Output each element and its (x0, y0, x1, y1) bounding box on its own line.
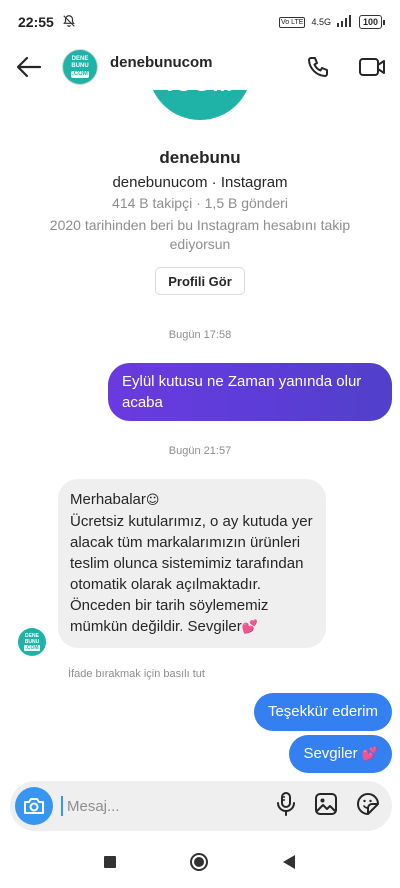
smiling-face-icon: ☺ (145, 493, 160, 508)
message-body: Ücretsiz kutularımız, o ay kutuda yer al… (70, 513, 313, 635)
volte-badge: Vo LTE (279, 16, 306, 28)
microphone-button[interactable] (276, 791, 296, 822)
image-icon (315, 792, 337, 815)
mute-icon (62, 14, 76, 31)
header-avatar[interactable]: DENE BUNU .COM (62, 49, 98, 85)
heart-icon: 💕 (241, 620, 258, 635)
message-input[interactable] (61, 796, 276, 816)
camera-icon (24, 798, 44, 814)
timestamp: Bugün 21:57 (168, 445, 232, 457)
avatar-text-1: DENE (71, 56, 89, 62)
recents-button[interactable] (103, 855, 117, 874)
avatar-text-2: BUNU (71, 63, 89, 69)
reaction-hint: İfade bırakmak için basılı tut (68, 668, 205, 680)
profile-name: denebunu (159, 148, 241, 167)
outgoing-message[interactable]: Eylül kutusu ne Zaman yanında olur acaba (108, 363, 392, 421)
circle-icon (190, 852, 208, 871)
triangle-back-icon (283, 854, 295, 869)
message-text: Sevgiler (303, 745, 358, 762)
profile-handle: denebunucom · Instagram (112, 174, 288, 191)
status-bar: 22:55 Vo LTE 4.5G 100 (0, 0, 400, 44)
home-button[interactable] (189, 852, 209, 877)
message-composer (10, 781, 392, 831)
heart-icon: 💕 (361, 747, 378, 762)
battery-indicator: 100 (358, 15, 386, 29)
message-greeting: Merhabalar (70, 491, 146, 508)
microphone-icon (277, 791, 295, 816)
nav-back-button[interactable] (281, 854, 297, 875)
system-navigation-bar (0, 840, 400, 888)
sender-avatar[interactable]: DENE BUNU .COM (18, 628, 46, 656)
gallery-button[interactable] (314, 792, 338, 821)
header-username[interactable]: denebunucom (110, 54, 213, 71)
video-call-button[interactable] (358, 53, 386, 81)
camera-button[interactable] (15, 787, 53, 825)
profile-stats: 414 B takipçi · 1,5 B gönderi (112, 195, 288, 211)
square-icon (104, 855, 116, 868)
avatar-text-3: .COM (71, 71, 89, 78)
arrow-left-icon (16, 56, 42, 78)
call-button[interactable] (304, 53, 332, 81)
chat-header: DENE BUNU .COM denebunucom (0, 44, 400, 90)
view-profile-button[interactable]: Profili Gör (155, 267, 245, 295)
signal-icon (336, 15, 353, 29)
sticker-icon (357, 792, 379, 815)
phone-icon (308, 57, 328, 77)
back-button[interactable] (14, 52, 44, 82)
timestamp: Bugün 17:58 (168, 329, 232, 341)
status-time: 22:55 (18, 14, 54, 30)
outgoing-message[interactable]: Sevgiler 💕 (289, 735, 392, 773)
outgoing-message[interactable]: Teşekkür ederim (253, 693, 392, 731)
sticker-button[interactable] (356, 792, 380, 821)
video-camera-icon (359, 58, 385, 76)
profile-follow-since: 2020 tarihinden beri bu Instagram hesabı… (49, 217, 351, 252)
incoming-message[interactable]: Merhabalar☺ Ücretsiz kutularımız, o ay k… (58, 479, 326, 648)
network-label: 4.5G (311, 17, 331, 27)
